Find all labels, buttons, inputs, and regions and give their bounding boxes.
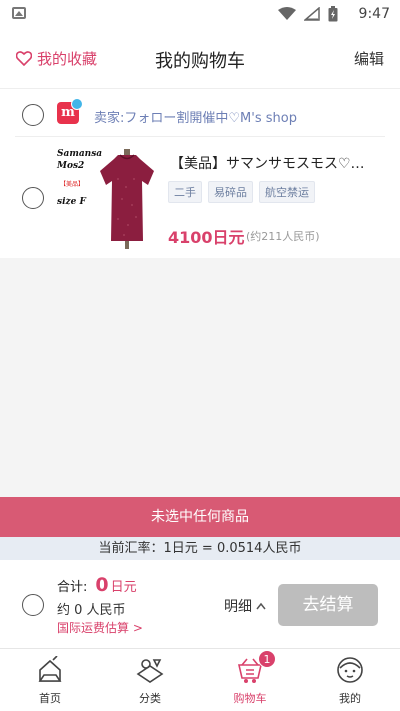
exchange-rate-notice: 当前汇率：1日元 = 0.0514人民币 <box>0 537 400 560</box>
status-icons <box>278 6 338 22</box>
bottom-tab-bar: 首页 分类 1 购物车 我的 <box>0 648 400 711</box>
shipping-estimate-link[interactable]: 国际运费估算 > <box>57 619 143 636</box>
header-bar: 我的收藏 我的购物车 编辑 <box>0 28 400 88</box>
tab-profile-label: 我的 <box>339 692 361 705</box>
total-value: 0 <box>95 574 109 596</box>
details-toggle[interactable]: 明细 <box>224 596 266 616</box>
tab-home[interactable]: 首页 <box>0 649 100 711</box>
status-bar: 9:47 <box>0 0 400 28</box>
profile-icon <box>337 657 363 683</box>
tab-cart[interactable]: 1 购物车 <box>200 649 300 711</box>
tab-home-label: 首页 <box>39 692 61 705</box>
signal-icon <box>304 7 320 21</box>
dress-image <box>100 149 154 249</box>
total-amount: 合计: 0 日元 <box>57 574 137 596</box>
thumb-size-text: size F <box>57 197 86 207</box>
thumb-brand-text-2: Mos2 <box>57 161 85 171</box>
status-time: 9:47 <box>358 6 390 22</box>
divider <box>15 136 385 137</box>
page-title: 我的购物车 <box>155 51 245 72</box>
edit-button[interactable]: 编辑 <box>354 48 384 69</box>
seller-logo: m <box>57 98 83 124</box>
total-label: 合计: <box>57 580 88 595</box>
wifi-icon <box>278 7 296 20</box>
item-price-rmb: (约211人民币) <box>246 230 320 243</box>
checkout-button[interactable]: 去结算 <box>278 584 378 626</box>
home-icon <box>38 656 62 682</box>
seller-name[interactable]: 卖家:フォロー割開催中♡M's shop <box>94 107 297 126</box>
cart-card: m 卖家:フォロー割開催中♡M's shop Samansa Mos2 【美品】… <box>0 88 400 258</box>
item-price: 4100日元 <box>168 228 245 247</box>
tag-fragile: 易碎品 <box>208 181 253 203</box>
item-thumbnail[interactable]: Samansa Mos2 【美品】 size F <box>52 147 160 253</box>
item-title[interactable]: 【美品】サマンサモスモス♡… <box>170 153 382 173</box>
cart-badge: 1 <box>258 650 276 668</box>
tab-cart-label: 购物车 <box>233 692 267 705</box>
battery-charging-icon <box>328 6 338 22</box>
tag-air-prohibited: 航空禁运 <box>259 181 315 203</box>
gallery-icon <box>12 7 26 19</box>
tag-second-hand: 二手 <box>168 181 202 203</box>
item-select-radio[interactable] <box>22 187 44 209</box>
details-label: 明细 <box>224 599 252 615</box>
item-tags: 二手 易碎品 航空禁运 <box>168 181 315 203</box>
total-unit: 日元 <box>110 580 137 595</box>
tab-profile[interactable]: 我的 <box>300 649 400 711</box>
total-rmb: 约 0 人民币 <box>57 603 126 618</box>
tab-category[interactable]: 分类 <box>100 649 200 711</box>
checkout-bar: 合计: 0 日元 约 0 人民币 国际运费估算 > 明细 去结算 <box>0 560 400 648</box>
no-selection-notice: 未选中任何商品 <box>0 497 400 537</box>
category-icon <box>136 659 164 683</box>
thumb-tag-text: 【美品】 <box>60 181 85 188</box>
tab-category-label: 分类 <box>139 692 161 705</box>
select-all-radio[interactable] <box>22 594 44 616</box>
seller-select-radio[interactable] <box>22 104 44 126</box>
chevron-up-icon <box>256 602 266 610</box>
